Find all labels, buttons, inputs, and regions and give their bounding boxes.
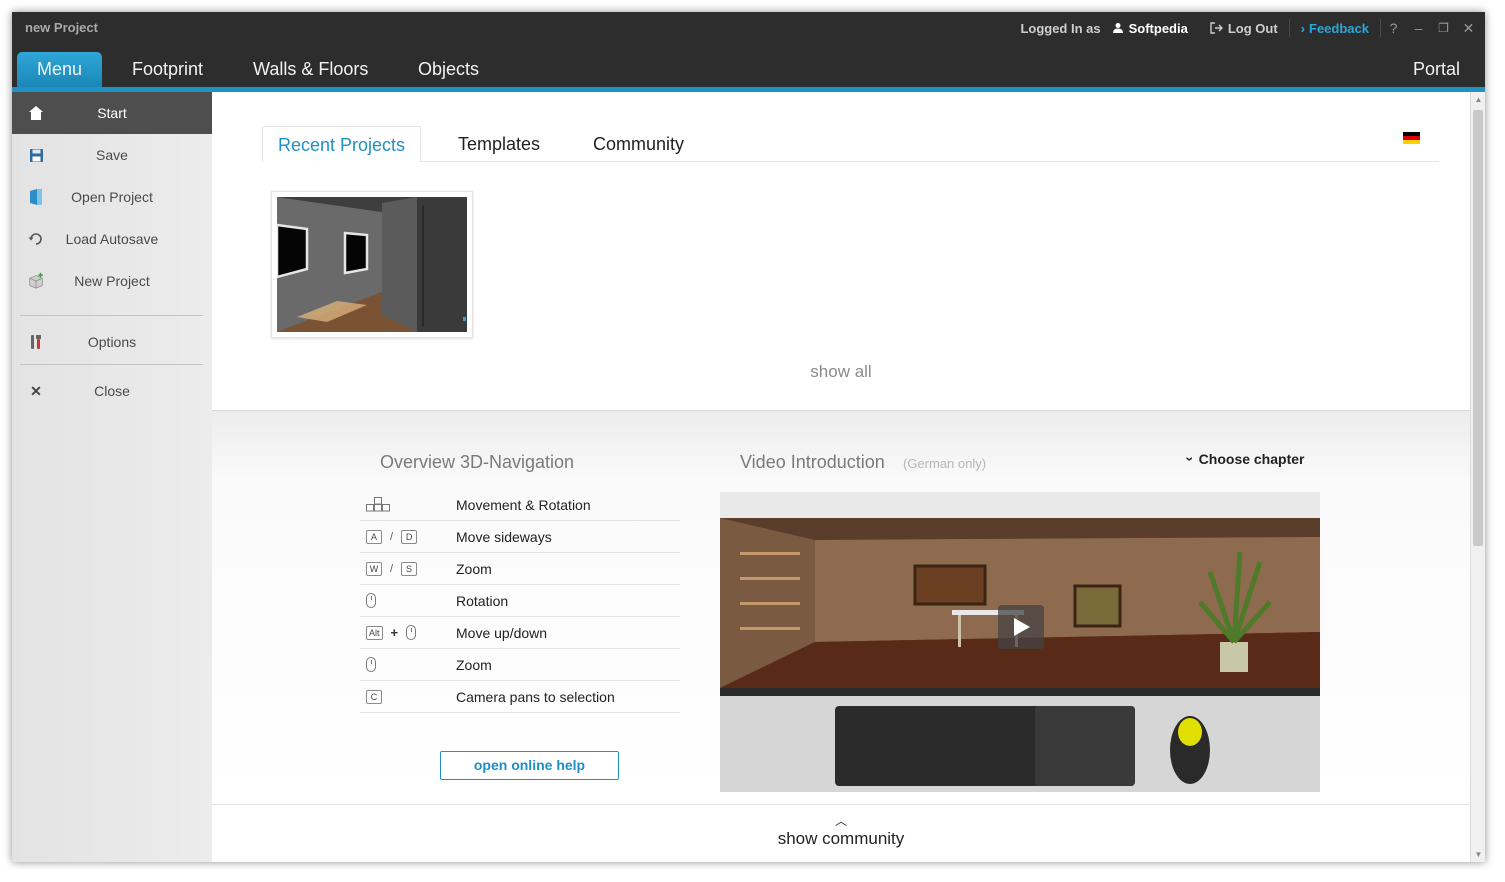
divider [20,315,203,316]
undo-icon [27,230,45,248]
title-bar: new Project Logged In as Softpedia Log O… [12,12,1485,44]
recent-project-thumbnail[interactable] [271,191,473,338]
portal-link[interactable]: Portal [1413,52,1460,87]
logout-button[interactable]: Log Out [1199,12,1289,44]
scroll-down-arrow-icon[interactable]: ▼ [1471,847,1485,862]
nav-row-zoom-keys: W / S Zoom [360,553,680,585]
tools-icon [27,333,45,351]
arrow-keys-icon [360,497,456,512]
sidebar-item-start[interactable]: Start [12,92,222,134]
show-community-toggle[interactable]: ︿ show community [212,804,1470,862]
maximize-icon[interactable]: ❐ [1431,21,1456,35]
main-content: Recent Projects Templates Community show… [212,92,1470,862]
floppy-disk-icon [27,146,45,164]
navigation-overview-title: Overview 3D-Navigation [380,452,575,472]
new-cube-icon [27,272,45,290]
video-language-note: (German only) [903,456,987,471]
nav-row-rotation: Rotation [360,585,680,617]
nav-row-label: Move sideways [456,528,552,545]
sidebar-item-load-autosave[interactable]: Load Autosave [12,218,212,260]
main-nav: Menu Footprint Walls & Floors Objects Po… [12,44,1485,87]
mouse-icon [366,593,376,608]
close-window-icon[interactable]: ✕ [1456,20,1481,37]
window-title: new Project [25,20,98,35]
open-online-help-button[interactable]: open online help [440,751,619,780]
key-a: A [366,529,382,544]
video-thumbnail-image [720,492,1320,792]
chevron-down-icon: › [1182,456,1199,462]
logout-label: Log Out [1227,20,1278,36]
nav-row-move-sideways: A / D Move sideways [360,521,680,553]
nav-row-label: Move up/down [456,624,548,641]
sidebar-item-close[interactable]: ✕ Close [12,370,212,412]
chevron-right-icon: › [1300,20,1306,36]
mouse-wheel-icon [366,657,376,672]
user-icon [1112,23,1123,33]
feedback-label: Feedback [1309,20,1369,36]
key-alt: Alt [366,625,383,640]
nav-row-label: Zoom [456,656,492,673]
sidebar-item-save[interactable]: Save [12,134,212,176]
tab-recent-projects[interactable]: Recent Projects [262,126,422,162]
key-d: D [401,529,418,544]
feedback-link[interactable]: › Feedback [1290,12,1380,44]
divider [20,364,203,365]
app-window: new Project Logged In as Softpedia Log O… [12,12,1485,862]
key-separator: / [390,530,394,543]
room-render-image [277,197,467,332]
key-c: C [366,689,382,704]
nav-row-label: Camera pans to selection [456,688,615,705]
sidebar-item-new-project[interactable]: New Project [12,260,212,302]
project-tabs: Recent Projects Templates Community [262,126,1439,162]
choose-chapter-dropdown[interactable]: ›Choose chapter [1182,451,1305,467]
key-plus: + [390,625,399,640]
user-name: Softpedia [1128,20,1188,36]
video-player[interactable] [720,492,1320,792]
tab-community[interactable]: Community [593,126,684,162]
minimize-icon[interactable]: – [1406,20,1431,36]
sidebar-item-options[interactable]: Options [12,321,212,363]
tab-templates[interactable]: Templates [458,126,540,162]
nav-row-label: Movement & Rotation [456,496,591,513]
logged-in-label: Logged In as [1020,20,1101,36]
home-icon [27,104,45,122]
vertical-scrollbar[interactable]: ▲ ▼ [1470,92,1485,862]
nav-row-zoom-mouse: Zoom [360,649,680,681]
chevron-up-icon: ︿ [834,814,847,828]
close-x-icon: ✕ [30,382,42,399]
choose-chapter-label: Choose chapter [1198,451,1305,467]
video-intro-title: Video Introduction [740,452,885,472]
nav-row-movement: Movement & Rotation [360,489,680,521]
nav-row-label: Zoom [456,560,492,577]
german-flag-icon[interactable] [1403,132,1420,144]
help-section: Overview 3D-Navigation Video Introductio… [212,410,1470,804]
sidebar-menu: Start Save Open Project Load Autosave Ne… [12,92,222,862]
nav-row-label: Rotation [456,592,509,609]
tab-objects[interactable]: Objects [418,52,479,87]
tab-walls-floors[interactable]: Walls & Floors [253,52,368,87]
logout-icon [1210,22,1223,34]
sidebar-item-open-project[interactable]: Open Project [12,176,212,218]
nav-row-camera-pan: C Camera pans to selection [360,681,680,713]
key-w: W [366,561,382,576]
help-icon[interactable]: ? [1381,20,1406,36]
scroll-up-arrow-icon[interactable]: ▲ [1471,92,1485,107]
folder-icon [27,188,45,206]
scrollbar-thumb[interactable] [1473,110,1483,546]
tab-footprint[interactable]: Footprint [132,52,203,87]
key-separator: / [390,562,394,575]
nav-row-move-up-down: Alt + Move up/down [360,617,680,649]
key-s: S [401,561,418,576]
mouse-icon [406,625,417,640]
show-community-label: show community [777,829,905,848]
show-all-link[interactable]: show all [212,362,1470,382]
tab-menu[interactable]: Menu [17,52,102,87]
user-account[interactable]: Softpedia [1112,12,1199,44]
